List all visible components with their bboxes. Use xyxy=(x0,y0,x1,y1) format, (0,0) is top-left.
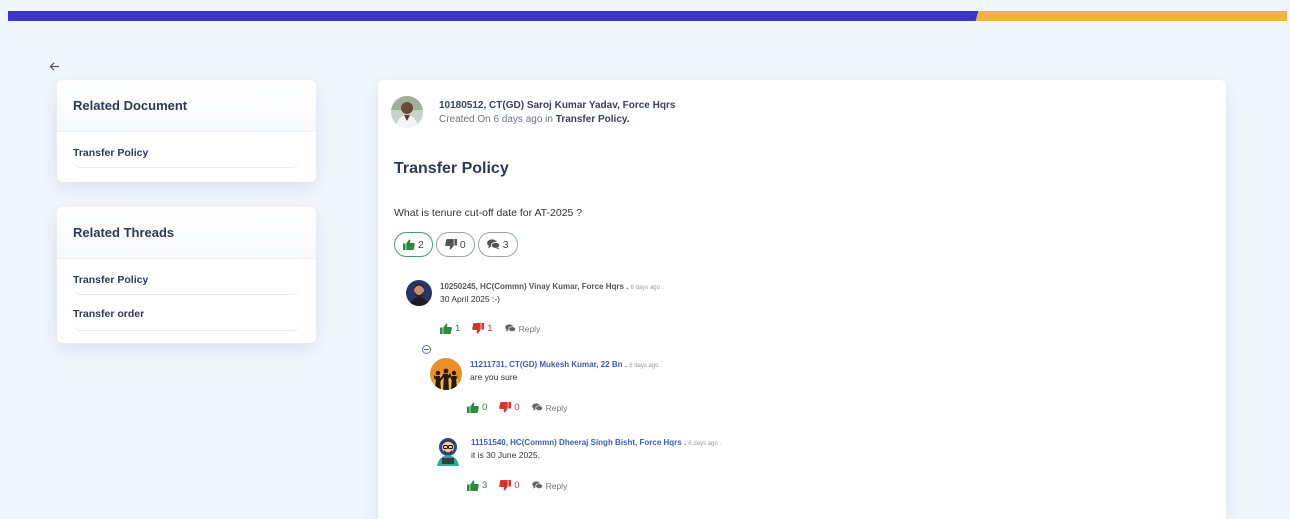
comment-like-count: 1 xyxy=(455,323,461,334)
comment-like-button[interactable]: 1 xyxy=(440,323,460,334)
comment-body: are you sure xyxy=(470,372,518,382)
comments-icon xyxy=(486,239,500,250)
comments-icon xyxy=(531,403,543,411)
comment-time: 6 days ago . xyxy=(630,285,664,291)
like-button[interactable]: 2 xyxy=(394,232,433,257)
related-threads-card: Related Threads Transfer Policy Transfer… xyxy=(57,207,316,343)
dislike-count: 0 xyxy=(459,238,466,251)
comments-button[interactable]: 3 xyxy=(477,232,518,257)
comment-actions: 3 0 Reply xyxy=(467,480,579,491)
thumbs-up-icon xyxy=(440,323,452,334)
reply-label: Reply xyxy=(545,480,568,491)
post-title: Transfer Policy xyxy=(394,160,509,177)
post-body: What is tenure cut-off date for AT-2025 … xyxy=(394,207,583,219)
comment-reply: 11211731, CT(GD) Mukesh Kumar, 22 Bn . 6… xyxy=(430,358,662,390)
commenter-name[interactable]: 11211731, CT(GD) Mukesh Kumar, 22 Bn . 6… xyxy=(470,360,662,369)
reply-button[interactable]: Reply xyxy=(504,323,541,334)
top-accent-bar xyxy=(8,11,1287,21)
like-count: 2 xyxy=(418,238,424,251)
comment-like-button[interactable]: 0 xyxy=(467,402,487,413)
collapse-replies-toggle[interactable] xyxy=(422,345,431,354)
comments-icon xyxy=(504,324,516,332)
thumbs-up-icon xyxy=(403,239,415,250)
comment-actions: 1 1 Reply xyxy=(440,323,552,334)
comment-count: 3 xyxy=(502,238,509,251)
comment-body: it is 30 June 2025. xyxy=(471,450,540,460)
thumbs-down-icon xyxy=(499,480,512,491)
related-thread-item[interactable]: Transfer Policy xyxy=(73,259,300,295)
post-reactions: 2 0 3 xyxy=(394,232,518,257)
comment-dislike-count: 0 xyxy=(514,402,520,413)
commenter-avatar[interactable] xyxy=(433,436,463,466)
comment: 10250245, HC(Commn) Vinay Kumar, Force H… xyxy=(406,280,663,306)
post-meta: Created On 6 days ago in Transfer Policy… xyxy=(439,114,675,125)
comment-dislike-button[interactable]: 0 xyxy=(499,480,520,491)
reply-button[interactable]: Reply xyxy=(531,480,568,491)
thumbs-down-icon xyxy=(445,239,457,250)
back-button[interactable] xyxy=(44,56,64,76)
commenter-avatar[interactable] xyxy=(406,280,432,306)
post-category-link[interactable]: Transfer Policy. xyxy=(556,114,630,125)
related-thread-item[interactable]: Transfer order xyxy=(73,295,300,331)
thumbs-up-icon xyxy=(467,480,479,491)
comment-actions: 0 0 Reply xyxy=(467,402,579,413)
comments-icon xyxy=(531,481,543,489)
post-created: Created On 6 days ago in xyxy=(439,113,556,125)
post-author-name[interactable]: 10180512, CT(GD) Saroj Kumar Yadav, Forc… xyxy=(439,100,675,111)
related-document-card: Related Document Transfer Policy xyxy=(57,80,316,182)
comment-time: 6 days ago . xyxy=(688,441,722,447)
commenter-name[interactable]: 11151540, HC(Commn) Dheeraj Singh Bisht,… xyxy=(471,438,721,447)
thumbs-down-icon xyxy=(472,323,485,334)
thumbs-down-icon xyxy=(499,402,512,413)
reply-label: Reply xyxy=(518,323,541,334)
comment-reply: 11151540, HC(Commn) Dheeraj Singh Bisht,… xyxy=(433,436,721,466)
dislike-button[interactable]: 0 xyxy=(435,232,475,257)
related-document-title: Related Document xyxy=(57,80,316,132)
post-card: 10180512, CT(GD) Saroj Kumar Yadav, Forc… xyxy=(378,80,1226,519)
comment-dislike-button[interactable]: 0 xyxy=(499,402,520,413)
arrow-left-icon xyxy=(49,61,59,71)
author-avatar[interactable] xyxy=(391,96,423,128)
commenter-name[interactable]: 10250245, HC(Commn) Vinay Kumar, Force H… xyxy=(440,282,663,291)
post-author-row: 10180512, CT(GD) Saroj Kumar Yadav, Forc… xyxy=(391,96,675,128)
commenter-avatar[interactable] xyxy=(430,358,462,390)
comment-time: 6 days ago . xyxy=(629,363,662,369)
reply-button[interactable]: Reply xyxy=(531,402,568,413)
reply-label: Reply xyxy=(545,402,568,413)
minus-icon xyxy=(424,349,429,350)
related-document-item[interactable]: Transfer Policy xyxy=(73,132,300,168)
thumbs-up-icon xyxy=(467,402,479,413)
comment-dislike-button[interactable]: 1 xyxy=(472,323,493,334)
comment-like-count: 3 xyxy=(482,480,488,491)
comment-like-count: 0 xyxy=(482,402,488,413)
comment-body: 30 April 2025 :-) xyxy=(440,294,501,304)
related-threads-title: Related Threads xyxy=(57,207,316,259)
comment-like-button[interactable]: 3 xyxy=(467,480,487,491)
comment-dislike-count: 1 xyxy=(487,323,493,334)
comment-dislike-count: 0 xyxy=(514,480,520,491)
